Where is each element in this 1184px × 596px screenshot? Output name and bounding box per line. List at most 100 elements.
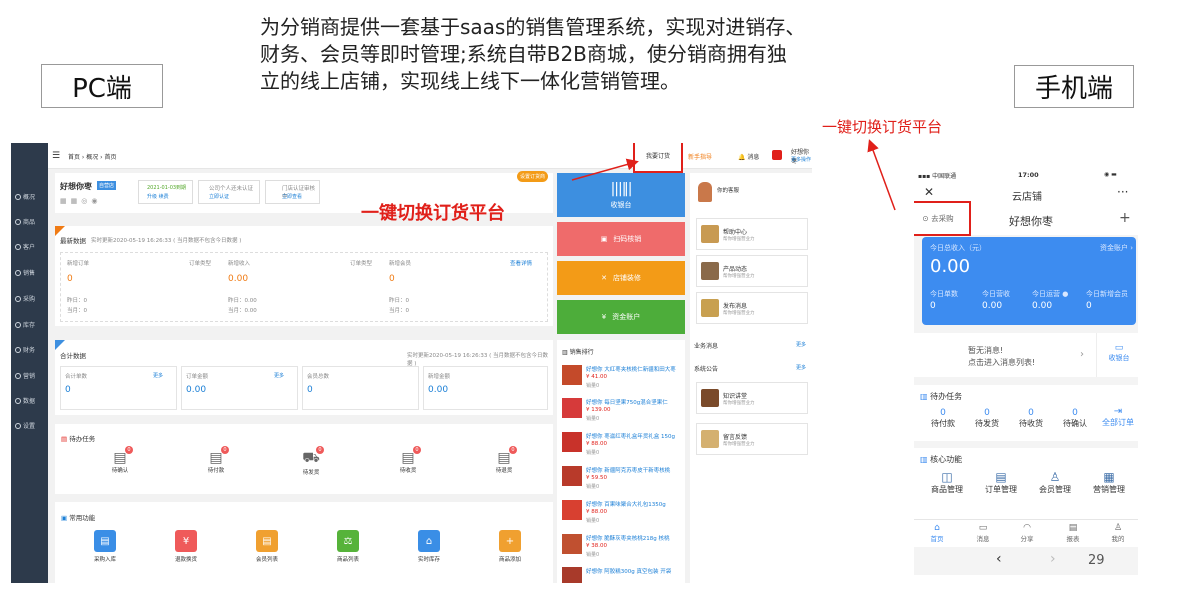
back-icon[interactable]: ‹ [996, 551, 1002, 567]
new-data-card: 最新数据 实时更新2020-05-19 16:26:33 ( 当月数据不包含今日… [55, 226, 553, 326]
sidebar-item-overview[interactable]: 概况 [11, 192, 48, 201]
forward-icon[interactable]: › [1050, 551, 1056, 567]
tab-report[interactable]: ▤ 报表 [1058, 523, 1088, 543]
cert-link[interactable]: 立即认证 [209, 193, 229, 200]
tools-icon: ✕ [601, 274, 607, 282]
sidebar-item-sales[interactable]: 销售 [11, 268, 48, 277]
todo-pay[interactable]: ▤ 待付款 0 [201, 446, 231, 474]
breadcrumb-home[interactable]: 首页 [68, 154, 80, 161]
func-member-list[interactable]: ▤ 会员列表 [252, 530, 282, 563]
todo-return[interactable]: ▤ 待退货 0 [489, 446, 519, 474]
rank-item[interactable]: 好想你 百果味聚合大礼包1350g ¥ 88.00 销量0 [562, 500, 680, 524]
rank-item[interactable]: 好想你 新疆阿克苏枣皮干新枣核桃 ¥ 59.50 销量0 [562, 466, 680, 490]
mobile-todo: ▥ 待办任务 0 待付款 0 待发货 0 待收货 0 待确认 ⇥ 全部订单 [914, 385, 1138, 441]
tab-message[interactable]: ▭ 消息 [968, 523, 998, 543]
cert-box-1: 公司个人还未认证 立即认证 [198, 180, 260, 204]
mobile-todo-ship[interactable]: 0 待发货 [972, 408, 1002, 429]
menu-icon[interactable]: ☰ [52, 151, 60, 161]
order-icon: ▤ [995, 470, 1007, 484]
sidebar-item-finance[interactable]: 财务 [11, 345, 48, 354]
income-card: 今日总收入（元） 资金账户 › 0.00 今日单数 0 今日营收 0.00 今日… [922, 237, 1136, 325]
sidebar-item-customer[interactable]: 客户 [11, 242, 48, 251]
product-thumb [562, 466, 582, 486]
core-goods[interactable]: ◫ 商品管理 [926, 470, 968, 495]
core-orders[interactable]: ▤ 订单管理 [980, 470, 1022, 495]
add-icon[interactable]: + [1119, 210, 1131, 226]
all-orders-link[interactable]: ⇥ 全部订单 [1099, 406, 1137, 428]
tab-share[interactable]: ◠ 分享 [1012, 523, 1042, 543]
info-icon: ● [1062, 290, 1069, 298]
message-bar[interactable]: 暂无消息! 点击进入消息列表! › ▭ 收银台 [914, 333, 1138, 377]
house-icon: ⌂ [418, 530, 440, 552]
product-thumb [562, 365, 582, 385]
fund-account-link[interactable]: 资金账户 › [1100, 243, 1133, 253]
cert-view-link[interactable]: 立即查看 [282, 193, 302, 200]
feedback-icon [701, 430, 719, 448]
shop-decor-tile[interactable]: ✕ 店铺装修 [557, 261, 685, 295]
publish-msg-card[interactable]: 发布消息 帮你增强营业力 [696, 292, 808, 324]
tab-mine[interactable]: ♙ 我的 [1103, 523, 1133, 543]
core-marketing[interactable]: ▦ 营销管理 [1086, 470, 1132, 495]
feedback-card[interactable]: 留言反馈 帮你增强营业力 [696, 423, 808, 455]
todo-confirm[interactable]: ▤ 待确认 0 [105, 446, 135, 474]
func-goods-list[interactable]: ⚖ 商品列表 [333, 530, 363, 563]
sidebar-item-data[interactable]: 数据 [11, 396, 48, 405]
yen-icon: ¥ [601, 313, 607, 321]
go-purchase-button[interactable]: ⊙ 去采购 [914, 201, 971, 236]
scan-verify-tile[interactable]: ▣ 扫码核销 [557, 222, 685, 256]
shop-badge: 自营店 [97, 181, 117, 190]
grid-icon: ▦ [1103, 470, 1115, 484]
func-goods-add[interactable]: + 商品添加 [495, 530, 525, 563]
close-icon[interactable]: ✕ [924, 185, 934, 199]
help-center-card[interactable]: 帮助中心 帮你增强营业力 [696, 218, 808, 250]
sidebar-item-stock[interactable]: 库存 [11, 320, 48, 329]
total-more-1[interactable]: 更多 [153, 372, 163, 379]
total-col-1: 合计单数 更多 0 [60, 366, 177, 410]
order-type-select-1[interactable]: 订单类型 [189, 259, 211, 267]
mobile-tabbar: ⌂ 首页 ▭ 消息 ◠ 分享 ▤ 报表 ♙ 我的 [914, 519, 1138, 547]
rank-item[interactable]: 好想你 每日坚果750g混合坚果仁 ¥ 139.00 销量0 [562, 398, 680, 422]
shop-bar: ⊙ 去采购 好想你枣 + [914, 201, 1138, 236]
sidebar-item-marketing[interactable]: 营销 [11, 371, 48, 380]
breadcrumb-overview[interactable]: 概况 [86, 154, 98, 161]
rank-item[interactable]: 好想你 脆酥灰枣夹核桃218g 核桃 ¥ 38.00 销量0 [562, 534, 680, 558]
sidebar-item-purchase[interactable]: 采购 [11, 294, 48, 303]
biz-more-link[interactable]: 更多 [796, 341, 806, 348]
fund-account-tile[interactable]: ¥ 资金账户 [557, 300, 685, 334]
sales-icon [15, 269, 21, 276]
mobile-todo-receive[interactable]: 0 待收货 [1016, 408, 1046, 429]
stock-icon [15, 321, 21, 328]
todo-ship[interactable]: ⛟ 待发货 0 [296, 446, 326, 476]
todo-receive[interactable]: ▤ 待收货 0 [393, 446, 423, 474]
core-members[interactable]: ♙ 会员管理 [1034, 470, 1076, 495]
mobile-label: 手机端 [1014, 65, 1134, 108]
rank-item[interactable]: 好想你 枣滋红枣礼盒年货礼盒 150g ¥ 88.00 销量0 [562, 432, 680, 456]
order-type-select-2[interactable]: 订单类型 [350, 259, 372, 267]
product-news-card[interactable]: 产品动态 帮你增强营业力 [696, 255, 808, 287]
total-more-2[interactable]: 更多 [274, 372, 284, 379]
mobile-cashier-button[interactable]: ▭ 收银台 [1104, 343, 1134, 363]
rank-item[interactable]: 好想你 大红枣夹核桃仁新疆和田大枣 ¥ 41.00 销量0 [562, 365, 680, 389]
totals-card: 合计数据 实时更新2020-05-19 16:26:33 ( 当月数据不包含今日… [55, 340, 553, 415]
pc-label: PC端 [41, 64, 163, 108]
total-col-4: 新增金额 0.00 [423, 366, 548, 410]
func-purchase-in[interactable]: ▤ 采购入库 [90, 530, 120, 563]
distributor-flag[interactable]: 设置订货商 [517, 171, 549, 182]
sidebar-item-settings[interactable]: 设置 [11, 421, 48, 430]
members-icon: ♙ [1049, 470, 1061, 484]
cashier-icon: ▭ [1114, 343, 1124, 353]
upgrade-link[interactable]: 升级 续费 [147, 193, 169, 200]
mobile-todo-confirm[interactable]: 0 待确认 [1060, 408, 1090, 429]
home-icon: ⌂ [934, 523, 940, 533]
func-refund[interactable]: ¥ 退款换货 [171, 530, 201, 563]
settings-icon [15, 422, 21, 429]
more-icon[interactable]: ··· [1117, 185, 1128, 199]
func-stock[interactable]: ⌂ 实时库存 [414, 530, 444, 563]
knowledge-card[interactable]: 知识讲堂 帮你增强营业力 [696, 382, 808, 414]
sidebar-item-goods[interactable]: 商品 [11, 217, 48, 226]
mobile-todo-pay[interactable]: 0 待付款 [928, 408, 958, 429]
tab-home[interactable]: ⌂ 首页 [922, 523, 952, 543]
notice-more-link[interactable]: 更多 [796, 364, 806, 371]
view-details-link[interactable]: 查看详情 [510, 259, 532, 267]
rank-item[interactable]: 好想你 阿胶糕300g 真空包装 开袋 [562, 567, 680, 583]
